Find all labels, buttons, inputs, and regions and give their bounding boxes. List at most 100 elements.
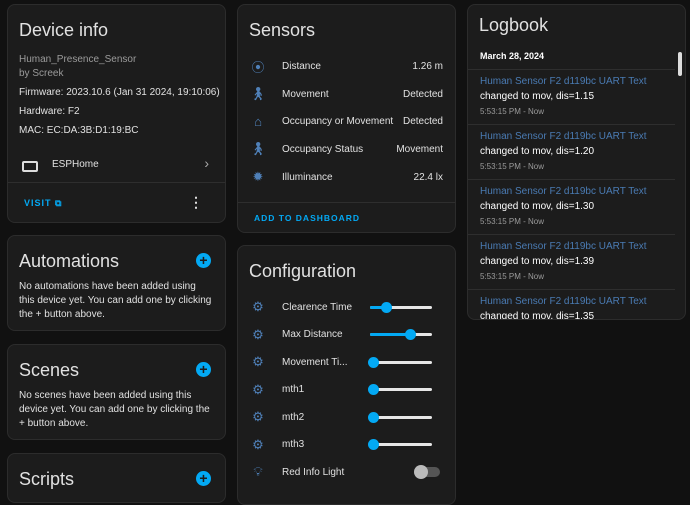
card-title: Scripts	[19, 469, 75, 489]
sensor-value: Movement	[396, 143, 443, 155]
config-row: ⚙ mth3	[238, 435, 455, 455]
sensor-row-distance[interactable]: ⦿ Distance 1.26 m	[238, 56, 455, 76]
scenes-empty-text: No scenes have been added using this dev…	[19, 390, 210, 429]
slider-knob[interactable]	[380, 301, 392, 313]
home-icon: ⌂	[254, 113, 262, 129]
sensor-label: Illuminance	[282, 171, 333, 183]
automations-card: Automations + No automations have been a…	[7, 235, 226, 331]
mac-address: MAC: EC:DA:3B:D1:19:BC	[19, 125, 139, 136]
config-row-red-info-light: 💡︎ Red Info Light	[238, 462, 455, 482]
logbook-entry[interactable]: Human Sensor F2 d119bc UART Text changed …	[468, 180, 675, 235]
config-slider[interactable]	[368, 384, 432, 395]
config-label: Movement Ti...	[282, 356, 348, 368]
integration-label: ESPHome	[52, 159, 99, 170]
cogs-icon: ⚙	[252, 299, 264, 314]
config-label: mth3	[282, 439, 305, 450]
config-row: ⚙ mth2	[238, 407, 455, 427]
logbook-entry[interactable]: Human Sensor F2 d119bc UART Text changed …	[468, 125, 675, 180]
visit-link[interactable]: VISIT ⧉	[24, 198, 62, 209]
sensor-label: Distance	[282, 60, 321, 72]
config-label: Clearence Time	[282, 301, 353, 313]
device-model: Human_Presence_Sensor	[19, 54, 137, 65]
slider-knob[interactable]	[405, 329, 417, 340]
device-info-card: Device info Human_Presence_Sensor by Scr…	[7, 4, 226, 223]
integration-row[interactable]: ESPHome ›	[8, 153, 225, 183]
config-row: ⚙ Max Distance	[238, 325, 455, 345]
logbook-entry[interactable]: Human Sensor F2 d119bc UART Text changed …	[468, 290, 675, 319]
config-label: Max Distance	[282, 329, 343, 340]
card-title: Sensors	[249, 20, 316, 40]
logbook-entry[interactable]: Human Sensor F2 d119bc UART Text changed …	[468, 70, 675, 125]
config-slider[interactable]	[368, 411, 432, 423]
log-change: changed to mov, dis=1.15	[480, 91, 595, 102]
card-title: Scenes	[19, 360, 80, 380]
firmware: Firmware: 2023.10.6 (Jan 31 2024, 19:10:…	[19, 87, 220, 98]
cogs-icon: ⚙	[252, 436, 264, 452]
logbook-entry[interactable]: Human Sensor F2 d119bc UART Text changed …	[468, 235, 675, 290]
card-title: Configuration	[249, 261, 357, 281]
log-time: 5:53:15 PM - Now	[480, 217, 545, 226]
sensor-row-occupancy-status[interactable]: 🚶︎ Occupancy Status Movement	[238, 139, 455, 159]
add-to-dashboard-button[interactable]: ADD TO DASHBOARD	[254, 213, 360, 223]
config-label: Red Info Light	[282, 466, 345, 478]
log-change: changed to mov, dis=1.30	[480, 201, 595, 212]
sensor-label: Movement	[282, 88, 329, 100]
config-slider[interactable]	[370, 329, 432, 340]
slider-knob[interactable]	[368, 411, 380, 423]
sensor-row-illuminance[interactable]: ✹ Illuminance 22.4 lx	[238, 167, 455, 187]
sensor-value: Detected	[402, 115, 443, 127]
chip-icon	[22, 161, 38, 172]
sensor-value: 1.26 m	[412, 60, 443, 72]
config-label: mth2	[282, 411, 305, 423]
config-slider[interactable]	[368, 356, 432, 368]
log-entity[interactable]: Human Sensor F2 d119bc UART Text	[480, 76, 647, 87]
visit-label: VISIT	[24, 198, 52, 208]
config-slider[interactable]	[368, 439, 432, 450]
sensor-label: Occupancy Status	[282, 143, 364, 155]
log-entity[interactable]: Human Sensor F2 d119bc UART Text	[480, 186, 647, 197]
card-title: Logbook	[479, 15, 549, 35]
config-row: ⚙ Movement Ti...	[238, 352, 455, 372]
log-entity[interactable]: Human Sensor F2 d119bc UART Text	[480, 241, 647, 252]
sensor-row-occupancy[interactable]: ⌂ Occupancy or Movement Detected	[238, 111, 455, 131]
slider-knob[interactable]	[368, 356, 380, 368]
config-slider[interactable]	[370, 301, 432, 313]
cogs-icon: ⚙	[252, 326, 264, 342]
logbook-scrollbar[interactable]	[678, 52, 682, 76]
motion-sensor-icon: 🚶︎	[249, 141, 267, 156]
configuration-card: Configuration ⚙ Clearence Time ⚙ Max Distan…	[237, 245, 456, 505]
logbook-date: March 28, 2024	[480, 51, 545, 61]
slider-knob[interactable]	[368, 384, 380, 395]
sensor-label: Occupancy or Movement	[282, 115, 394, 127]
log-time: 5:53:15 PM - Now	[480, 162, 545, 171]
add-automation-button[interactable]: +	[196, 253, 211, 268]
config-row: ⚙ Clearence Time	[238, 297, 455, 317]
device-manufacturer: by Screek	[19, 68, 64, 79]
config-label: mth1	[282, 384, 305, 395]
log-change: changed to mov, dis=1.39	[480, 256, 595, 267]
card-title: Automations	[19, 251, 120, 271]
sensor-row-movement[interactable]: 🚶︎ Movement Detected	[238, 84, 455, 104]
signal-distance-icon: ⦿	[251, 59, 265, 75]
hardware: Hardware: F2	[19, 106, 80, 117]
log-time: 5:53:15 PM - Now	[480, 272, 545, 281]
log-change: changed to mov, dis=1.20	[480, 146, 595, 157]
add-script-button[interactable]: +	[196, 471, 211, 486]
motion-sensor-icon: 🚶︎	[249, 86, 267, 101]
red-info-light-toggle[interactable]	[414, 465, 440, 479]
cogs-icon: ⚙	[252, 354, 264, 369]
config-row: ⚙ mth1	[238, 380, 455, 400]
card-title: Device info	[19, 20, 109, 40]
log-entity[interactable]: Human Sensor F2 d119bc UART Text	[480, 296, 647, 307]
open-in-new-icon: ⧉	[55, 198, 63, 208]
cogs-icon: ⚙	[252, 381, 264, 397]
log-entity[interactable]: Human Sensor F2 d119bc UART Text	[480, 131, 647, 142]
lightbulb-icon: 💡︎	[253, 464, 263, 479]
scenes-card: Scenes + No scenes have been added using…	[7, 344, 226, 440]
add-scene-button[interactable]: +	[196, 362, 211, 377]
more-options-button[interactable]: ⋮	[189, 194, 203, 211]
log-time: 5:53:15 PM - Now	[480, 107, 545, 116]
scripts-card: Scripts +	[7, 453, 226, 503]
slider-knob[interactable]	[368, 439, 380, 450]
chevron-right-icon: ›	[204, 155, 209, 171]
